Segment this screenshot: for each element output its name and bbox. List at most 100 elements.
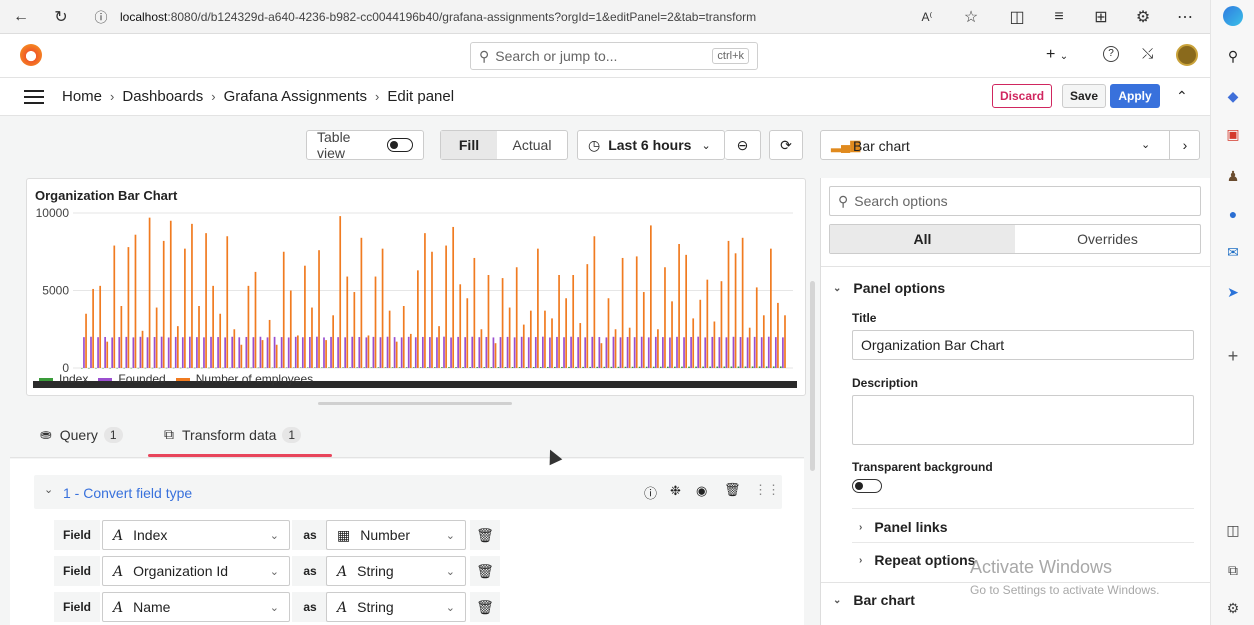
bar-founded[interactable] xyxy=(146,337,149,368)
bar-founded[interactable] xyxy=(753,336,756,368)
drag-handle-icon[interactable]: ⋮⋮ xyxy=(754,482,780,498)
bar-number-of-employees[interactable] xyxy=(621,257,624,368)
bar-founded[interactable] xyxy=(669,337,671,368)
field-select[interactable]: A Index ⌄ xyxy=(102,520,290,550)
bar-number-of-employees[interactable] xyxy=(784,315,786,368)
time-range-picker[interactable]: ◷ Last 6 hours ⌄ xyxy=(577,130,725,160)
outlook-icon[interactable]: ✉ xyxy=(1223,242,1243,262)
bar-founded[interactable] xyxy=(598,337,601,368)
bar-number-of-employees[interactable] xyxy=(148,217,151,368)
new-button[interactable]: + ⌄ xyxy=(1046,46,1068,64)
type-select[interactable]: A String ⌄ xyxy=(326,556,466,586)
bar-index[interactable] xyxy=(250,367,253,369)
bar-number-of-employees[interactable] xyxy=(162,240,165,368)
bar-founded[interactable] xyxy=(160,336,163,368)
bar-number-of-employees[interactable] xyxy=(607,298,610,368)
favorites-list-icon[interactable]: ≡ xyxy=(1046,4,1072,30)
bar-index[interactable] xyxy=(151,367,154,369)
bar-index[interactable] xyxy=(426,367,429,368)
bar-founded[interactable] xyxy=(118,337,121,368)
bar-index[interactable] xyxy=(158,367,161,369)
extensions-icon[interactable]: ⚙ xyxy=(1130,4,1156,30)
bar-index[interactable] xyxy=(278,367,281,369)
bar-number-of-employees[interactable] xyxy=(600,343,603,368)
refresh-button[interactable]: ⟳ xyxy=(769,130,803,160)
bar-founded[interactable] xyxy=(612,336,615,368)
bar-founded[interactable] xyxy=(429,337,431,368)
send-icon[interactable]: ➤ xyxy=(1223,282,1243,302)
bar-index[interactable] xyxy=(532,366,535,368)
external-link-icon[interactable]: ⧉ xyxy=(1223,560,1243,580)
bar-index[interactable] xyxy=(518,367,521,368)
bar-number-of-employees[interactable] xyxy=(226,236,229,368)
bar-index[interactable] xyxy=(772,366,775,368)
bar-number-of-employees[interactable] xyxy=(127,247,130,368)
bar-index[interactable] xyxy=(172,367,175,369)
bar-number-of-employees[interactable] xyxy=(572,275,575,368)
bar-number-of-employees[interactable] xyxy=(713,321,716,369)
section-bar-chart[interactable]: ⌄ Bar chart xyxy=(833,592,915,608)
bar-index[interactable] xyxy=(737,366,740,368)
bar-index[interactable] xyxy=(201,367,203,369)
bar-number-of-employees[interactable] xyxy=(748,327,751,368)
bar-founded[interactable] xyxy=(280,337,283,368)
bar-number-of-employees[interactable] xyxy=(318,250,320,368)
grafana-logo[interactable] xyxy=(20,44,42,66)
bar-number-of-employees[interactable] xyxy=(367,335,370,368)
search-input[interactable]: ⚲ Search or jump to... ctrl+k xyxy=(470,42,758,70)
bar-founded[interactable] xyxy=(407,336,410,368)
bar-index[interactable] xyxy=(81,367,83,369)
bar-founded[interactable] xyxy=(153,337,156,368)
bar-founded[interactable] xyxy=(443,336,445,368)
scrollbar[interactable] xyxy=(810,281,815,471)
bar-founded[interactable] xyxy=(224,337,226,368)
bar-founded[interactable] xyxy=(767,336,770,368)
bar-index[interactable] xyxy=(144,367,147,369)
bar-number-of-employees[interactable] xyxy=(212,285,214,368)
bar-index[interactable] xyxy=(674,366,676,368)
info-icon[interactable]: ⓘ xyxy=(88,4,114,30)
trash-icon[interactable]: 🗑 xyxy=(724,482,741,498)
more-icon[interactable]: ⋯ xyxy=(1172,4,1198,30)
bar-index[interactable] xyxy=(497,367,500,368)
bar-number-of-employees[interactable] xyxy=(205,233,207,368)
transparent-toggle[interactable] xyxy=(852,479,882,493)
bar-founded[interactable] xyxy=(365,337,368,368)
bar-founded[interactable] xyxy=(139,336,142,368)
bar-index[interactable] xyxy=(603,366,606,368)
bar-number-of-employees[interactable] xyxy=(113,245,116,368)
bar-founded[interactable] xyxy=(563,337,565,368)
bar-number-of-employees[interactable] xyxy=(219,313,222,368)
bar-founded[interactable] xyxy=(499,337,502,368)
collections-icon[interactable]: ⊞ xyxy=(1088,4,1114,30)
bar-index[interactable] xyxy=(723,366,726,368)
bar-founded[interactable] xyxy=(294,336,297,368)
bar-number-of-employees[interactable] xyxy=(508,307,511,368)
bar-number-of-employees[interactable] xyxy=(346,276,349,368)
bar-number-of-employees[interactable] xyxy=(642,292,645,368)
search-icon[interactable]: ⚲ xyxy=(1223,46,1243,66)
bar-index[interactable] xyxy=(222,367,224,369)
bar-founded[interactable] xyxy=(640,336,643,368)
bar-number-of-employees[interactable] xyxy=(685,254,687,368)
bar-index[interactable] xyxy=(624,366,627,368)
back-icon[interactable]: ← xyxy=(8,4,34,30)
bar-founded[interactable] xyxy=(259,336,262,368)
bar-number-of-employees[interactable] xyxy=(445,245,447,368)
bar-founded[interactable] xyxy=(210,336,212,368)
bar-founded[interactable] xyxy=(760,337,763,368)
bar-number-of-employees[interactable] xyxy=(741,237,744,368)
debug-icon[interactable]: ❉ xyxy=(670,483,681,499)
bar-founded[interactable] xyxy=(676,336,678,368)
bar-number-of-employees[interactable] xyxy=(106,341,109,368)
bar-number-of-employees[interactable] xyxy=(134,234,137,368)
bar-number-of-employees[interactable] xyxy=(282,251,285,368)
bar-index[interactable] xyxy=(582,366,584,368)
bar-number-of-employees[interactable] xyxy=(473,257,476,368)
bar-number-of-employees[interactable] xyxy=(191,223,193,368)
bar-number-of-employees[interactable] xyxy=(770,248,772,368)
bar-index[interactable] xyxy=(539,366,542,368)
tools-icon[interactable]: ▣ xyxy=(1223,124,1243,144)
bar-founded[interactable] xyxy=(725,337,728,368)
bar-number-of-employees[interactable] xyxy=(417,270,419,368)
